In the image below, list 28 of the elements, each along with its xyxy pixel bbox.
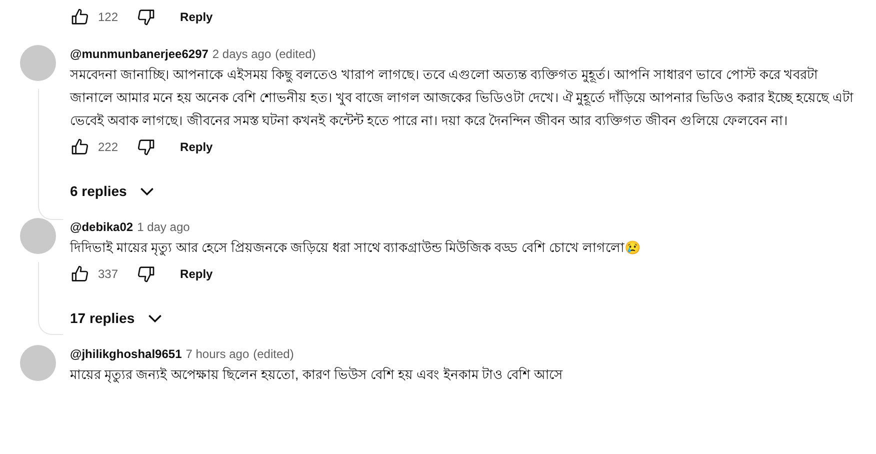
thumbs-up-icon[interactable]	[70, 137, 90, 157]
thumbs-down-icon[interactable]	[136, 264, 156, 284]
comment-time: 2 days ago	[212, 47, 272, 61]
comment-text: দিদিভাই মায়ের মৃত্যু আর হেসে প্রিয়জনকে জড়িয়ে ধরা সাথে ব্যাকগ্রাউন্ড মিউজিক বড্ড বেশি চোখে লাগলো😢	[70, 238, 642, 258]
comment-author[interactable]: @munmunbanerjee6297	[70, 47, 208, 61]
comment-time: 7 hours ago	[186, 347, 250, 361]
edited-label: (edited)	[253, 347, 294, 361]
reply-button[interactable]: Reply	[176, 4, 217, 30]
thumbs-down-icon[interactable]	[136, 7, 156, 27]
replies-toggle[interactable]: 6 replies	[70, 176, 157, 206]
comment-text: মায়ের মৃত্যুর জন্যই অপেক্ষায় ছিলেন হয়তো, কারণ ভিউস বেশি হয় এবং ইনকাম টাও বেশি আসে	[70, 366, 564, 385]
reply-button[interactable]: Reply	[176, 134, 217, 160]
comment-time: 1 day ago	[137, 220, 190, 234]
thumbs-up-icon[interactable]	[70, 7, 90, 27]
like-count: 222	[98, 140, 118, 154]
avatar	[20, 45, 56, 81]
like-count: 122	[98, 10, 118, 24]
comment-text: সমবেদনা জানাচ্ছি। আপনাকে এইসময় কিছু বলতেও খারাপ লাগছে। তবে এগুলো অত্যন্ত ব্যক্তিগত মুহূর্ত। আপনি সাধারণ ভাবে পোস্ট করে খবরটা জানালে আমার মনে হয় অনেক বেশি শোভনীয় হত। খুব বাজে লাগল আজকের ভিডিওটা দেখে। ঐ মুহূর্তে দাঁড়িয়ে আপনার ভিডিও করার ইচ্ছে হয়েছে এটা ভেবেই অবাক লাগছে। জীবনের সমস্ত ঘটনা কখনই কন্টেন্ট হতে পারে না। দয়া করে দৈনন্দিন জীবন আর ব্যক্তিগত জীবন গুলিয়ে ফেলবেন না।	[70, 66, 854, 130]
comment-author[interactable]: @jhilikghoshal9651	[70, 347, 182, 361]
thumbs-up-icon[interactable]	[70, 264, 90, 284]
avatar	[20, 345, 56, 381]
comment-author[interactable]: @debika02	[70, 220, 134, 234]
replies-toggle[interactable]: 17 replies	[70, 303, 165, 333]
reply-button[interactable]: Reply	[176, 261, 217, 287]
like-count: 337	[98, 267, 118, 281]
avatar	[20, 218, 56, 254]
thumbs-down-icon[interactable]	[136, 137, 156, 157]
edited-label: (edited)	[275, 47, 316, 61]
